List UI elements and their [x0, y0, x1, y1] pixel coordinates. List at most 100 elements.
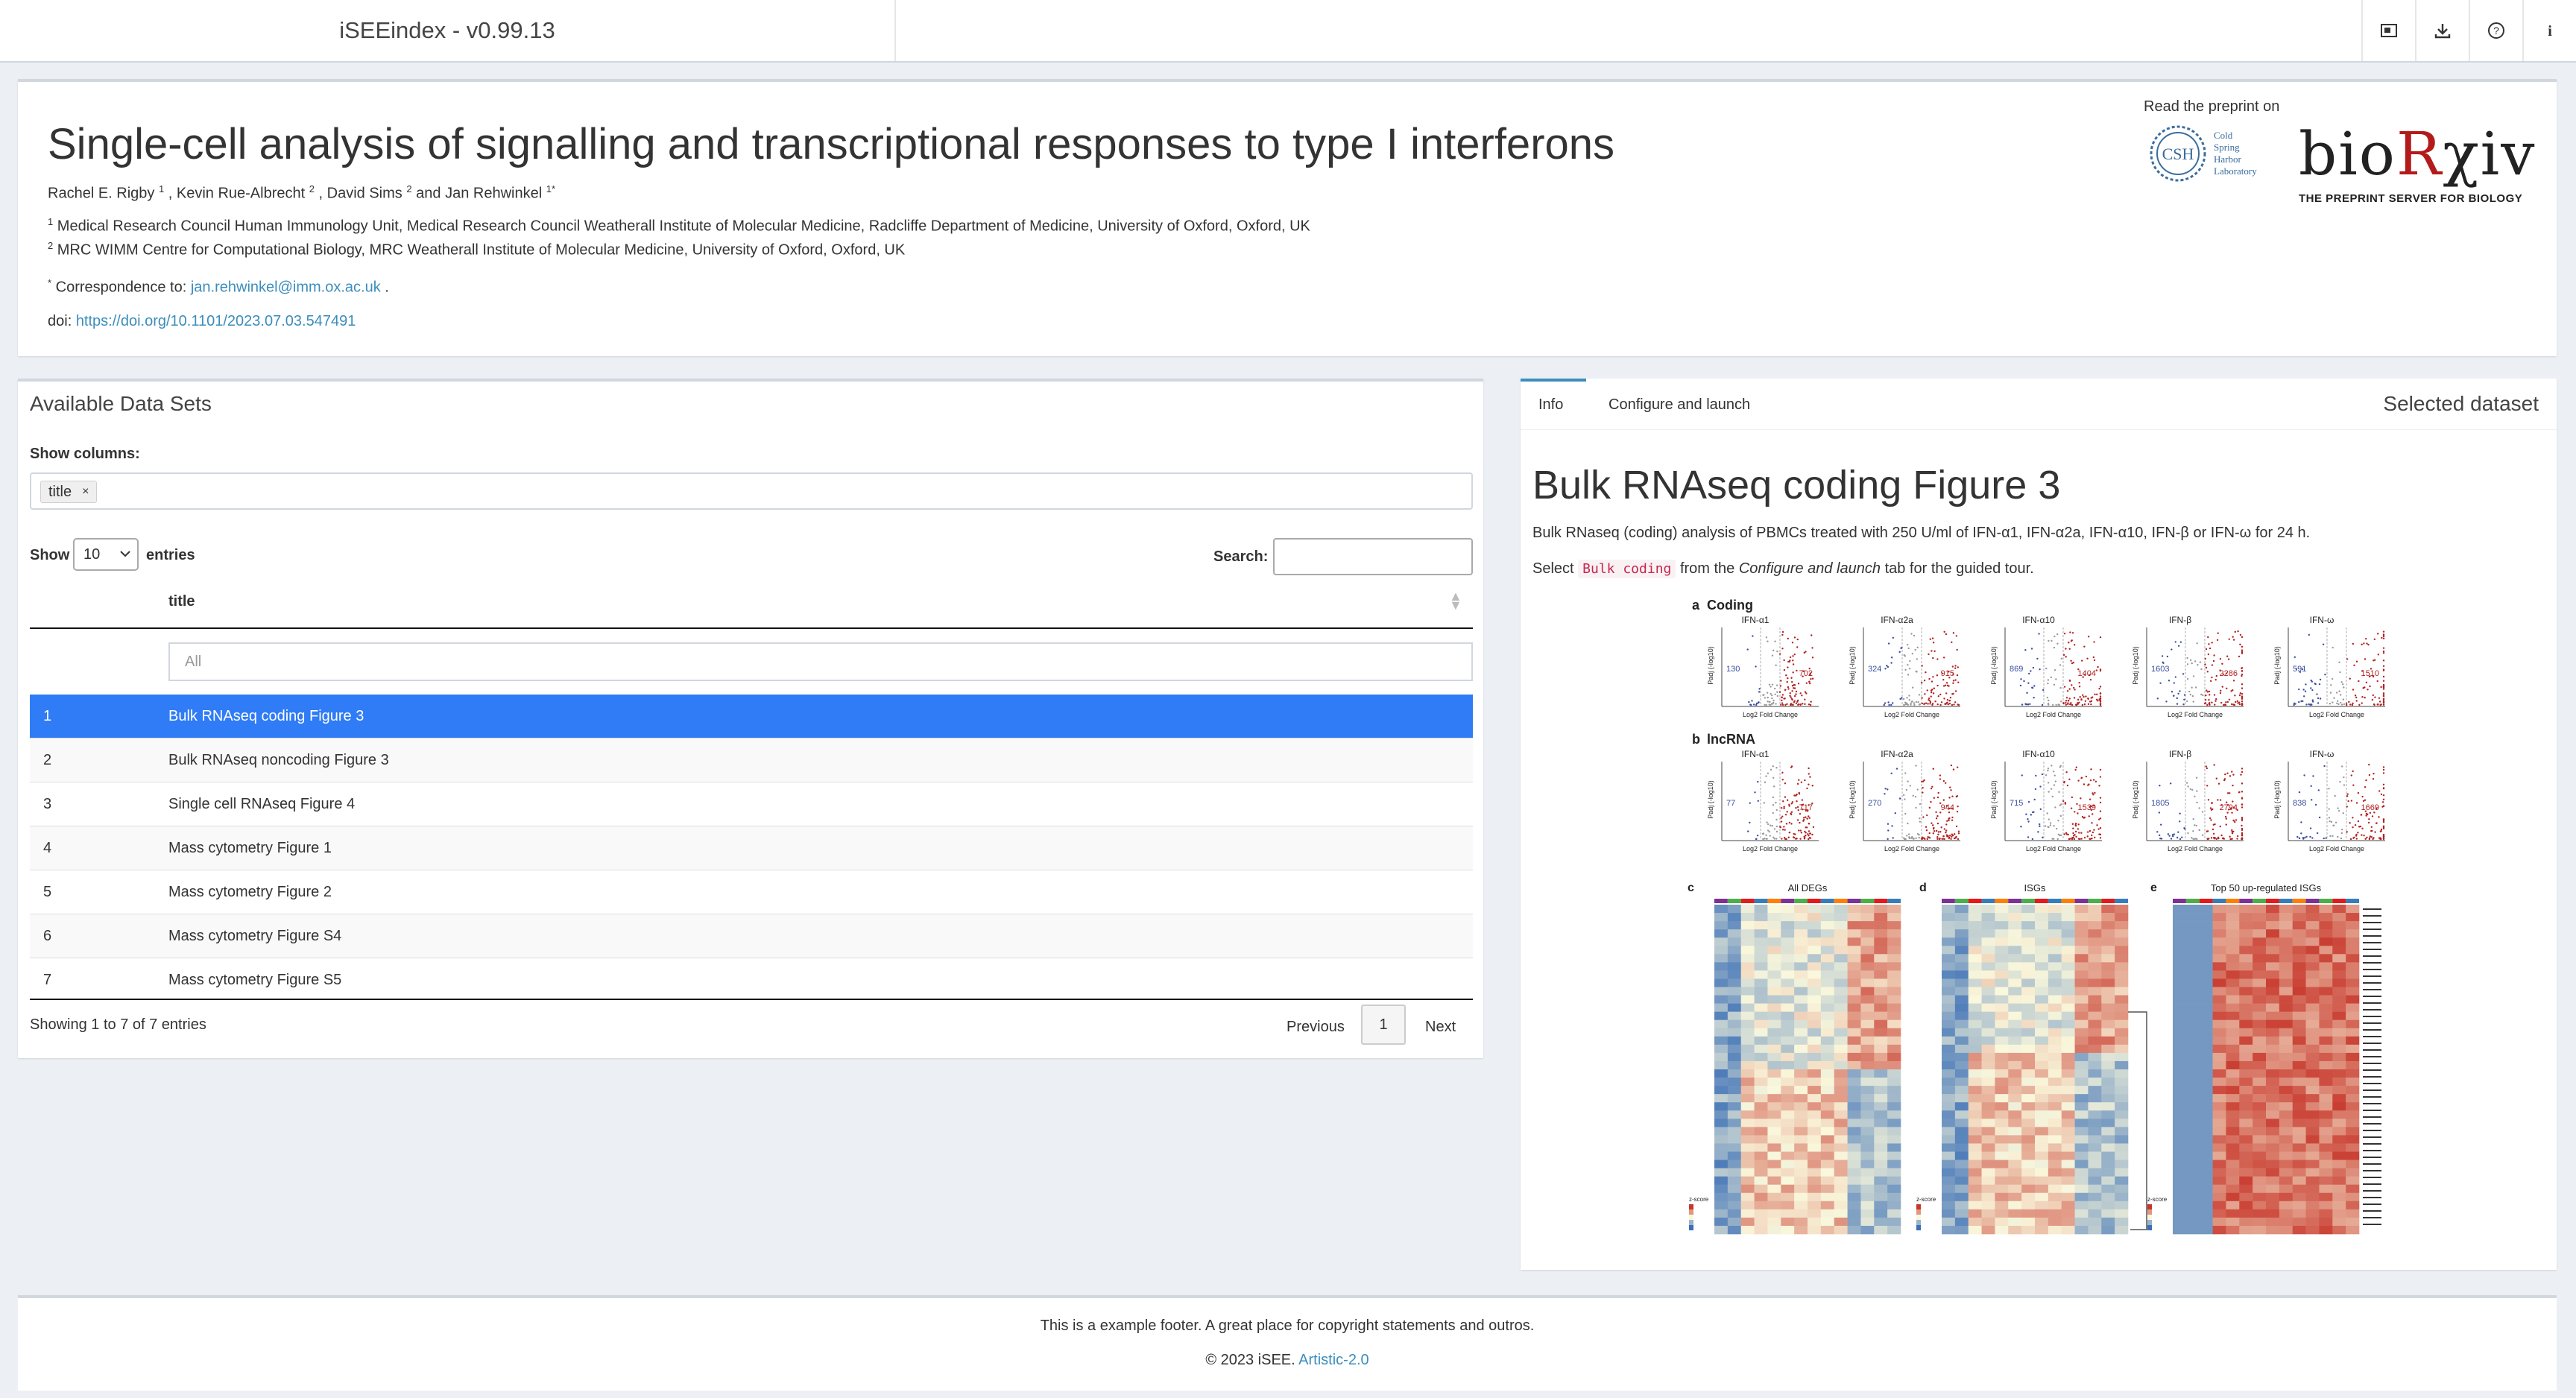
volcano-point: [1933, 826, 1935, 829]
tab-configure-launch[interactable]: Configure and launch: [1609, 396, 1750, 414]
heatmap-cell: [1995, 978, 2009, 987]
y-axis-label: Padj (-log10): [1707, 646, 1714, 685]
heatmap-cell: [2212, 1168, 2226, 1177]
doi-link[interactable]: https://doi.org/10.1101/2023.07.03.54749…: [76, 313, 356, 329]
chip-remove-icon[interactable]: ×: [82, 481, 89, 502]
heatmap-cell: [1727, 970, 1742, 979]
heatmap-cell: [2173, 946, 2187, 955]
x-axis-label: Log2 Fold Change: [2168, 845, 2223, 853]
volcano-point: [2237, 835, 2239, 838]
heatmap-cell: [1714, 946, 1729, 955]
heatmap-cell: [2346, 1119, 2360, 1127]
heatmap-cell: [2346, 1168, 2360, 1177]
volcano-point: [2310, 687, 2312, 689]
volcano-point: [2041, 703, 2044, 706]
volcano-point: [2241, 700, 2244, 703]
heatmap-cell: [2061, 995, 2075, 1004]
volcano-point: [2355, 835, 2358, 837]
volcano-point: [2065, 648, 2067, 650]
next-button[interactable]: Next: [1425, 1008, 1456, 1046]
heatmap-cell: [1727, 1028, 1742, 1037]
heatmap-cell: [2212, 1201, 2226, 1210]
volcano-point: [1887, 838, 1889, 841]
volcano-point: [2027, 820, 2030, 823]
volcano-point: [2071, 823, 2074, 825]
volcano-point: [1749, 802, 1751, 804]
heatmap-cell: [2239, 970, 2253, 979]
heatmap-cell: [2266, 978, 2280, 987]
table-row[interactable]: 6 Mass cytometry Figure S4: [30, 914, 1473, 958]
screenshot-icon[interactable]: [2361, 0, 2415, 61]
heatmap-cell: [1860, 1160, 1875, 1168]
heatmap-cell: [2008, 1119, 2022, 1127]
license-link[interactable]: Artistic-2.0: [1298, 1352, 1368, 1368]
info-icon[interactable]: i: [2522, 0, 2576, 61]
heatmap-cell: [2319, 1151, 2333, 1160]
heatmap-cell: [2199, 1052, 2213, 1062]
heatmap-cell: [2279, 937, 2294, 946]
heatmap-cell: [1808, 1011, 1822, 1020]
show-columns-select[interactable]: title ×: [30, 472, 1473, 510]
volcano-point: [2094, 791, 2096, 794]
volcano-point: [2329, 835, 2332, 838]
heatmap-cell: [1808, 1069, 1822, 1078]
volcano-point: [1926, 814, 1928, 817]
heatmap-cell: [1968, 962, 1982, 971]
heatmap-cell: [2305, 962, 2320, 971]
volcano-point: [1770, 686, 1772, 688]
volcano-point: [2192, 830, 2194, 832]
previous-button[interactable]: Previous: [1287, 1008, 1345, 1046]
biorxiv-logo[interactable]: bioRχiv: [2299, 119, 2536, 189]
volcano-point: [2374, 831, 2376, 833]
download-icon[interactable]: [2415, 0, 2469, 61]
column-chip[interactable]: title ×: [40, 481, 98, 503]
heatmap-cell: [1754, 1060, 1768, 1070]
column-header-title[interactable]: title: [168, 593, 195, 610]
volcano-point: [2086, 831, 2089, 833]
zscore-legend-swatch: [1689, 1220, 1693, 1225]
heatmap-cell: [2346, 913, 2360, 922]
help-icon[interactable]: ?: [2469, 0, 2522, 61]
tab-info[interactable]: Info: [1538, 396, 1563, 414]
table-row[interactable]: 2 Bulk RNAseq noncoding Figure 3: [30, 738, 1473, 782]
heatmap-cell: [1781, 1094, 1795, 1103]
heatmap-cell: [1942, 1209, 1956, 1218]
volcano-point: [2085, 775, 2088, 778]
table-row[interactable]: 4 Mass cytometry Figure 1: [30, 826, 1473, 870]
heatmap-cell: [2239, 1044, 2253, 1054]
heatmap-cell: [1727, 1201, 1742, 1210]
heatmap-cell: [1834, 1209, 1848, 1218]
heatmap-cell: [2074, 995, 2089, 1004]
sort-icon[interactable]: ▲ ▼: [1449, 589, 1462, 612]
heatmap-cell: [1968, 1192, 1982, 1202]
heatmap-cell: [2035, 1160, 2049, 1168]
volcano-point: [2094, 693, 2096, 696]
heatmap-cell: [1874, 1069, 1888, 1078]
volcano-point: [2021, 703, 2024, 706]
heatmap-cell: [1981, 1192, 1995, 1202]
heatmap-cell: [1860, 1151, 1875, 1160]
volcano-point: [1924, 838, 1926, 841]
correspondence-email-link[interactable]: jan.rehwinkel@imm.ox.ac.uk: [191, 279, 381, 296]
heatmap-cell: [1860, 1176, 1875, 1185]
entries-select[interactable]: 10: [73, 538, 139, 571]
heatmap-cell: [1754, 1019, 1768, 1029]
annotation-bar: [1942, 899, 1955, 903]
column-filter-input[interactable]: All: [168, 642, 1473, 681]
heatmap-cell: [2088, 1028, 2102, 1037]
table-row[interactable]: 1 Bulk RNAseq coding Figure 3: [30, 695, 1473, 738]
page-button-1[interactable]: 1: [1361, 1005, 1406, 1045]
heatmap-cell: [1981, 978, 1995, 987]
search-input[interactable]: [1273, 538, 1473, 575]
table-row[interactable]: 7 Mass cytometry Figure S5: [30, 958, 1473, 1002]
heatmap-cell: [1968, 1086, 1982, 1095]
heatmap-cell: [1820, 1078, 1835, 1087]
csh-logo[interactable]: CSH Cold Spring Harbor Laboratory: [2148, 121, 2312, 188]
table-row[interactable]: 3 Single cell RNAseq Figure 4: [30, 782, 1473, 826]
volcano-point: [1954, 833, 1956, 835]
row-number: 3: [43, 796, 52, 812]
table-row[interactable]: 5 Mass cytometry Figure 2: [30, 870, 1473, 914]
volcano-point: [2087, 703, 2090, 706]
annotation-bar: [2253, 899, 2266, 903]
volcano-point: [1956, 674, 1959, 677]
